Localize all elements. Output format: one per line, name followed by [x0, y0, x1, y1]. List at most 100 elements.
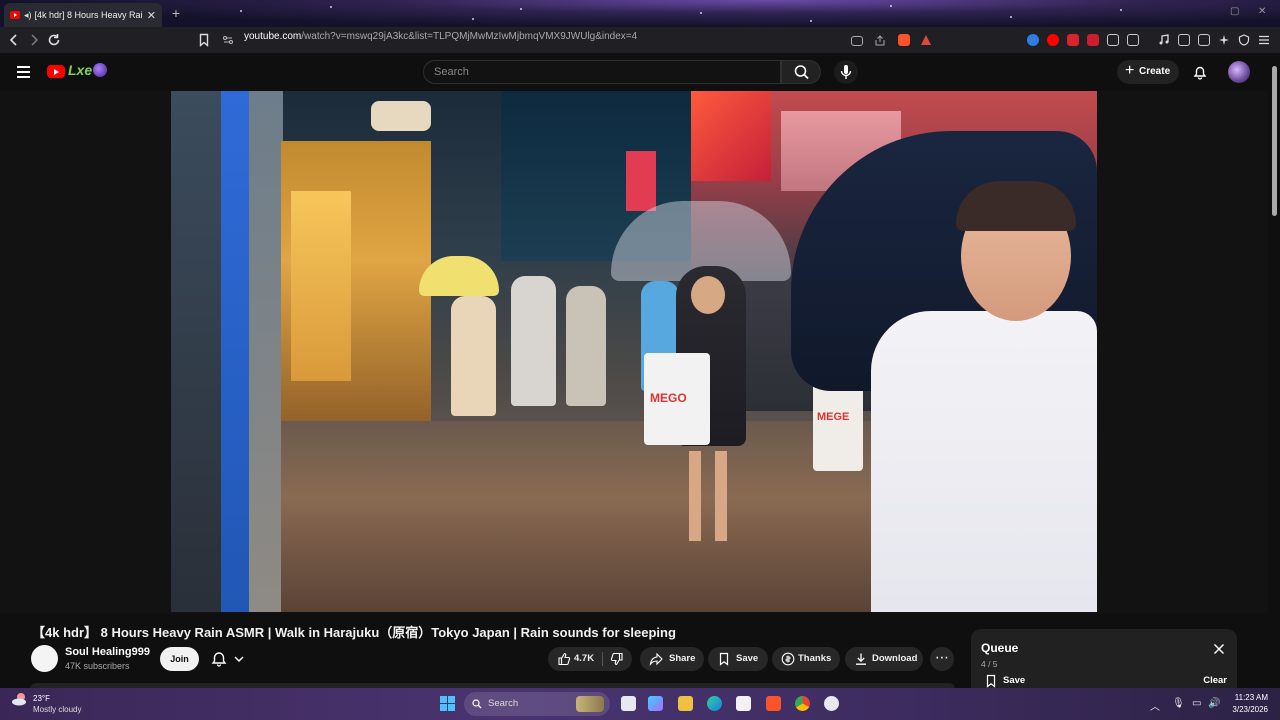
site-info-icon[interactable]	[220, 32, 236, 48]
hamburger-menu-icon[interactable]	[17, 66, 30, 81]
download-button[interactable]: Download	[845, 647, 923, 671]
download-icon	[854, 652, 868, 666]
tray-network-icon[interactable]: ▭	[1192, 698, 1201, 709]
channel-avatar[interactable]	[31, 645, 58, 672]
tab-close-icon[interactable]: ✕	[147, 9, 156, 22]
extension-4-icon[interactable]	[1087, 34, 1099, 46]
tray-overflow-icon[interactable]: ︿	[1150, 698, 1160, 713]
thanks-label: Thanks	[798, 653, 832, 664]
like-dislike-group: 4.7K	[548, 647, 632, 671]
queue-title: Queue	[981, 641, 1019, 655]
tray-volume-icon[interactable]: 🔊	[1208, 698, 1220, 709]
microphone-icon	[840, 65, 852, 79]
queue-save-icon[interactable]	[984, 674, 998, 688]
video-title: 【4k hdr】 8 Hours Heavy Rain ASMR | Walk …	[32, 625, 676, 640]
brave-browser-icon[interactable]	[766, 696, 781, 711]
page-scrollbar-thumb[interactable]	[1272, 66, 1277, 216]
share-button[interactable]: Share	[640, 647, 704, 671]
extension-5-icon[interactable]	[1107, 34, 1119, 46]
extension-2-icon[interactable]	[1047, 34, 1059, 46]
search-highlight-image	[576, 696, 604, 712]
back-icon[interactable]	[6, 32, 22, 48]
account-avatar[interactable]	[1228, 61, 1250, 83]
like-count[interactable]: 4.7K	[574, 647, 594, 671]
obs-app-icon[interactable]	[824, 696, 839, 711]
youtube-doodle-text[interactable]: Lxe	[68, 62, 92, 78]
pedestrian	[511, 276, 556, 406]
girl-face	[691, 276, 725, 314]
tray-microphone-icon[interactable]: 🎙	[1172, 698, 1185, 709]
voice-search-button[interactable]	[834, 60, 858, 84]
file-explorer-icon[interactable]	[678, 696, 693, 711]
notifications-bell-icon[interactable]	[1192, 64, 1208, 80]
weather-cloud-icon[interactable]	[11, 692, 29, 706]
weather-temperature[interactable]: 23°F	[33, 694, 50, 703]
chrome-browser-icon[interactable]	[795, 696, 810, 711]
new-tab-button[interactable]: +	[168, 5, 184, 21]
forward-icon[interactable]	[26, 32, 42, 48]
microsoft-store-icon[interactable]	[736, 696, 751, 711]
channel-name[interactable]: Soul Healing999	[65, 646, 150, 658]
taskbar-search[interactable]: Search	[464, 692, 610, 716]
save-button[interactable]: Save	[708, 647, 768, 671]
weather-condition[interactable]: Mostly cloudy	[33, 705, 81, 714]
dislike-icon[interactable]	[610, 652, 624, 666]
share-page-icon[interactable]	[874, 35, 886, 47]
task-view-icon[interactable]	[621, 696, 636, 711]
vpn-shield-icon[interactable]	[1238, 34, 1250, 46]
like-divider	[602, 652, 603, 666]
window-close-icon[interactable]: ✕	[1258, 6, 1266, 17]
thanks-button[interactable]: Thanks	[772, 647, 840, 671]
copilot-icon[interactable]	[648, 696, 663, 711]
tab-audio-icon[interactable]: ◂)	[24, 10, 32, 21]
create-button[interactable]: Create	[1117, 59, 1179, 84]
extension-1-icon[interactable]	[1027, 34, 1039, 46]
extension-6-icon[interactable]	[1127, 34, 1139, 46]
shopping-bag-text: MEGO	[650, 391, 687, 405]
url-domain: youtube.com	[244, 31, 302, 42]
queue-save-button[interactable]: Save	[1003, 675, 1025, 686]
media-control-icon[interactable]	[1158, 34, 1170, 46]
youtube-logo[interactable]	[47, 65, 65, 78]
extension-3-icon[interactable]	[1067, 34, 1079, 46]
reload-icon[interactable]	[46, 32, 62, 48]
subscription-bell-button[interactable]	[207, 647, 251, 671]
brave-rewards-icon[interactable]	[920, 34, 932, 46]
blue-pillar	[221, 91, 249, 612]
taskbar-search-icon	[472, 699, 482, 709]
brave-shields-icon[interactable]	[898, 34, 910, 46]
video-frame[interactable]: MEGO MEGE	[171, 91, 1097, 612]
shopping-bag: MEGO	[644, 353, 710, 445]
cast-icon[interactable]	[851, 36, 863, 46]
sticker-pillar	[249, 91, 283, 612]
search-button[interactable]	[781, 60, 821, 84]
queue-close-icon[interactable]	[1213, 643, 1225, 655]
youtube-doodle-icon[interactable]	[93, 63, 107, 77]
window-minimize-icon[interactable]: ▢	[1230, 6, 1239, 17]
shopping-bag-text-2: MEGE	[817, 411, 850, 423]
pedestrian	[451, 296, 496, 416]
bookmark-icon[interactable]	[196, 32, 212, 48]
leo-ai-icon[interactable]	[1218, 34, 1230, 46]
address-bar[interactable]: youtube.com/watch?v=mswq29jA3kc&list=TLP…	[244, 31, 637, 42]
sidebar-toggle-icon[interactable]	[1178, 34, 1190, 46]
share-icon	[649, 652, 663, 666]
taskbar-clock[interactable]: 11:23 AM 3/23/2026	[1226, 693, 1268, 714]
browser-tab-active[interactable]: ◂) [4k hdr] 8 Hours Heavy Rain ✕	[4, 3, 162, 27]
girl-leg	[715, 451, 727, 541]
search-input[interactable]: Search	[423, 60, 781, 84]
join-button[interactable]: Join	[160, 647, 199, 671]
browser-menu-icon[interactable]	[1258, 34, 1270, 46]
windows-taskbar: 23°F Mostly cloudy Search ︿ 🎙 ▭ 🔊 11:23 …	[0, 688, 1280, 720]
wallet-icon[interactable]	[1198, 34, 1210, 46]
more-actions-icon[interactable]: ⋯	[930, 647, 954, 671]
like-icon[interactable]	[557, 652, 571, 666]
pedestrian	[566, 286, 606, 406]
windows-start-icon[interactable]	[440, 696, 455, 711]
yellow-umbrella	[419, 256, 499, 296]
browser-tab-strip: ◂) [4k hdr] 8 Hours Heavy Rain ✕ + ▢ ✕	[0, 0, 1280, 27]
youtube-favicon-icon	[10, 11, 20, 19]
share-label: Share	[669, 653, 696, 664]
edge-browser-icon[interactable]	[707, 696, 722, 711]
queue-clear-button[interactable]: Clear	[1203, 675, 1227, 686]
